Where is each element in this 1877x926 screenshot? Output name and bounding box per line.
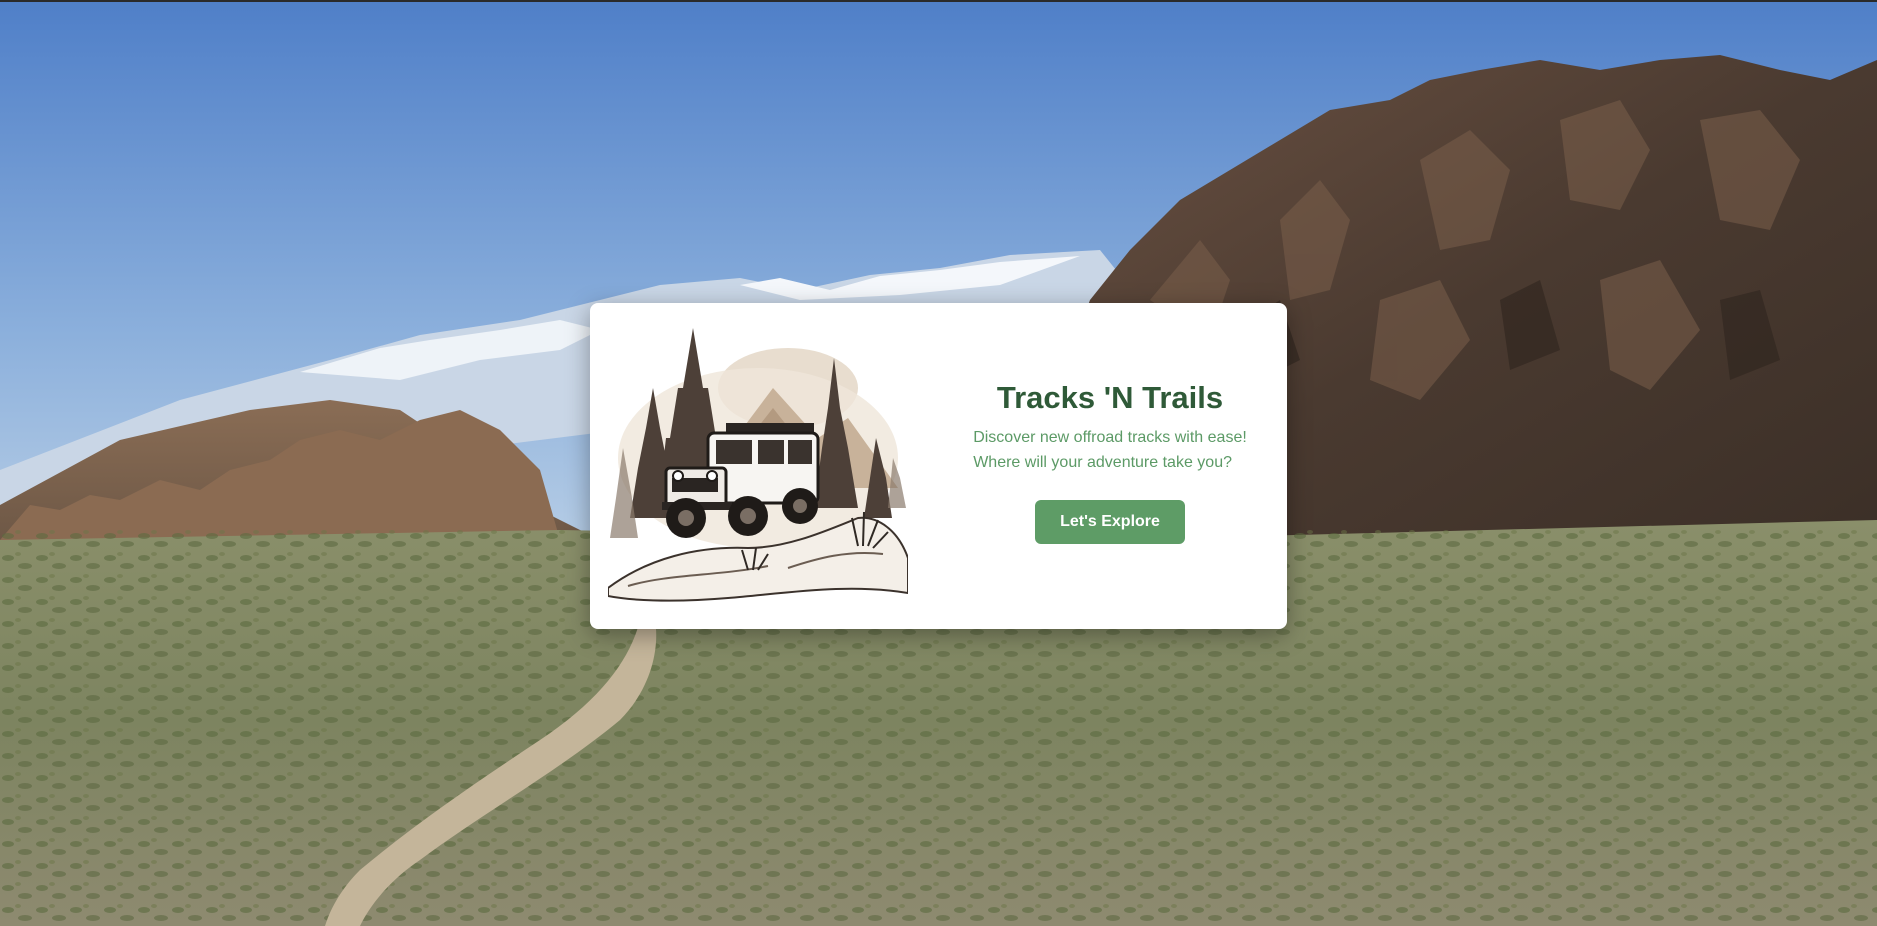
welcome-content: Tracks 'N Trails Discover new offroad tr… xyxy=(950,303,1270,629)
offroad-vehicle-illustration xyxy=(608,328,908,602)
welcome-card: Tracks 'N Trails Discover new offroad tr… xyxy=(590,303,1287,629)
explore-button[interactable]: Let's Explore xyxy=(1035,500,1185,544)
tagline-line-1: Discover new offroad tracks with ease! xyxy=(973,429,1247,446)
tagline: Discover new offroad tracks with ease! W… xyxy=(973,425,1247,475)
window-top-edge xyxy=(0,0,1877,2)
tagline-line-2: Where will your adventure take you? xyxy=(973,454,1232,471)
page-title: Tracks 'N Trails xyxy=(996,380,1224,415)
